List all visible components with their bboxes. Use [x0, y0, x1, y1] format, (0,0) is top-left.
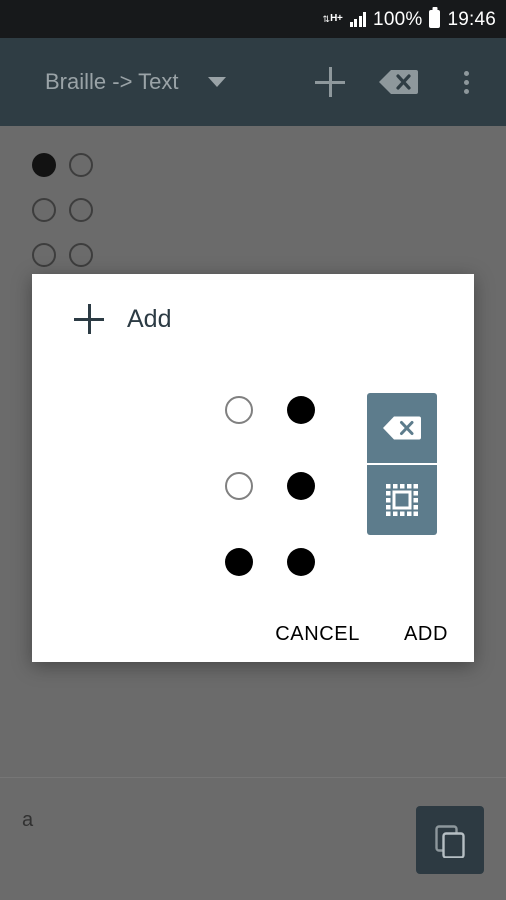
- cancel-button[interactable]: CANCEL: [275, 623, 360, 646]
- chevron-down-icon[interactable]: [208, 77, 227, 87]
- network-type-icon: ⇅ H+: [322, 13, 343, 24]
- dialog-clear-button[interactable]: [367, 465, 437, 535]
- backspace-icon: [383, 416, 421, 440]
- dialog-braille-dot-5[interactable]: [270, 448, 332, 524]
- dialog-actions: CANCEL ADD: [275, 623, 448, 646]
- divider: [0, 777, 506, 778]
- braille-dot-2[interactable]: [18, 187, 56, 232]
- braille-dot-4[interactable]: [55, 142, 93, 187]
- dialog-braille-dot-3[interactable]: [208, 524, 270, 600]
- battery-percent-label: 100%: [373, 8, 423, 30]
- braille-dot-5[interactable]: [55, 187, 93, 232]
- phone-screen: ⇅ H+ 100% 19:46 Braille -> Text a Add CA…: [0, 0, 506, 900]
- dialog-braille-dot-2[interactable]: [208, 448, 270, 524]
- dialog-side-buttons: [367, 393, 437, 535]
- backspace-icon: [379, 70, 418, 94]
- app-bar-actions: [308, 60, 506, 104]
- select-all-icon: [386, 484, 418, 516]
- background-braille-cell[interactable]: [18, 142, 93, 277]
- braille-dot-1[interactable]: [18, 142, 56, 187]
- dialog-braille-dot-4[interactable]: [270, 372, 332, 448]
- network-arrows-label: ⇅: [322, 14, 330, 24]
- add-button[interactable]: [308, 60, 352, 104]
- output-text: a: [22, 809, 34, 831]
- network-type-label: H+: [330, 13, 343, 24]
- signal-bars-icon: [349, 11, 367, 27]
- dialog-title: Add: [127, 304, 172, 333]
- copy-icon: [435, 825, 465, 858]
- status-bar: ⇅ H+ 100% 19:46: [0, 0, 506, 38]
- plus-icon: [315, 67, 345, 97]
- backspace-button[interactable]: [376, 60, 420, 104]
- overflow-menu-button[interactable]: [444, 60, 488, 104]
- overflow-menu-icon: [463, 70, 469, 94]
- braille-dot-6[interactable]: [55, 232, 93, 277]
- dialog-braille-cell[interactable]: [208, 372, 332, 600]
- add-braille-dialog: Add CANCEL ADD: [32, 274, 474, 662]
- dialog-title-row: Add: [74, 304, 171, 334]
- plus-icon: [74, 304, 104, 334]
- clock-label: 19:46: [447, 8, 496, 30]
- braille-dot-3[interactable]: [18, 232, 56, 277]
- mode-spinner-label[interactable]: Braille -> Text: [45, 69, 178, 95]
- dialog-braille-dot-6[interactable]: [270, 524, 332, 600]
- battery-full-icon: [429, 10, 441, 28]
- add-confirm-button[interactable]: ADD: [404, 623, 448, 646]
- dialog-braille-dot-1[interactable]: [208, 372, 270, 448]
- app-bar: Braille -> Text: [0, 38, 506, 126]
- copy-button[interactable]: [416, 806, 484, 874]
- dialog-backspace-button[interactable]: [367, 393, 437, 463]
